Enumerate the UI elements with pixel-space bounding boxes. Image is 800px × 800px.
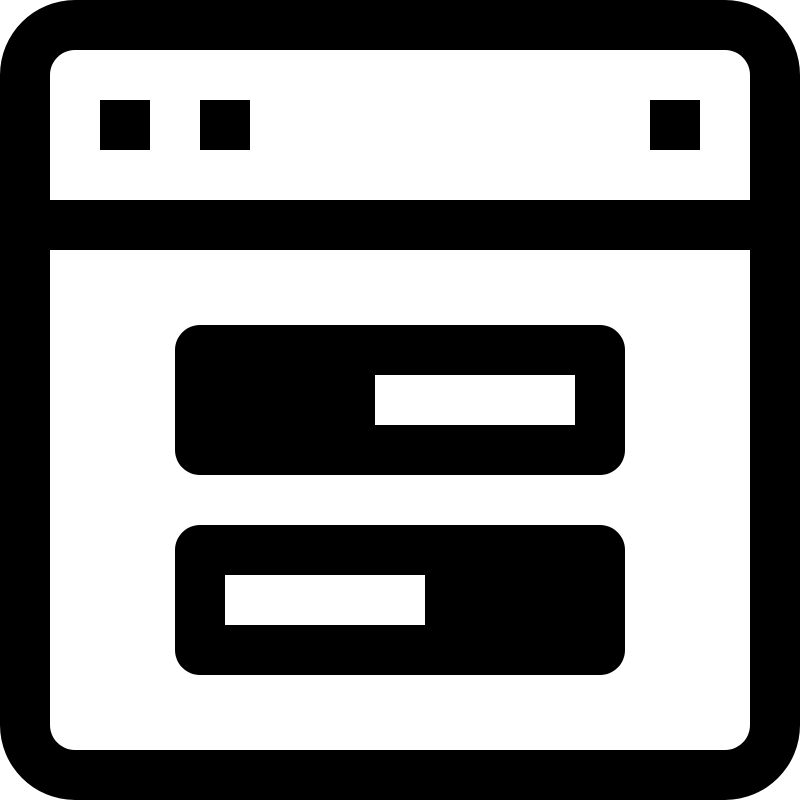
window-control-right-icon bbox=[650, 100, 700, 150]
window-control-left-1-icon bbox=[100, 100, 150, 150]
browser-window-toggles-icon bbox=[0, 0, 800, 800]
icon-canvas bbox=[0, 0, 800, 800]
window-control-left-2-icon bbox=[200, 100, 250, 150]
toggle-knob bbox=[375, 375, 575, 425]
toggle-switch-bottom bbox=[175, 525, 625, 675]
toggle-switch-top bbox=[175, 325, 625, 475]
toggle-knob bbox=[225, 575, 425, 625]
titlebar-divider bbox=[50, 200, 750, 250]
